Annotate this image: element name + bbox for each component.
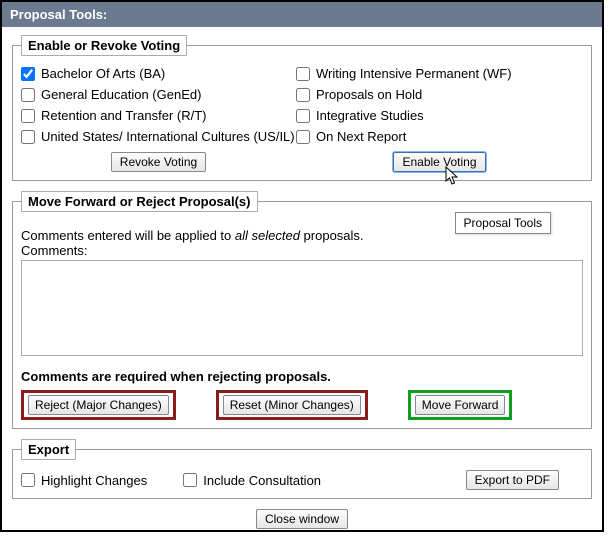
voting-label: Bachelor Of Arts (BA) [41, 66, 165, 81]
move-legend: Move Forward or Reject Proposal(s) [21, 191, 258, 212]
voting-checkbox-nextreport[interactable] [296, 130, 310, 144]
voting-option-wf[interactable]: Writing Intensive Permanent (WF) [296, 66, 583, 81]
voting-checkbox-rt[interactable] [21, 109, 35, 123]
voting-label: United States/ International Cultures (U… [41, 129, 295, 144]
window-content: Enable or Revoke Voting Bachelor Of Arts… [2, 27, 602, 535]
voting-label: On Next Report [316, 129, 406, 144]
move-fieldset: Move Forward or Reject Proposal(s) Propo… [12, 191, 592, 429]
voting-checkbox-onhold[interactable] [296, 88, 310, 102]
voting-button-row: Revoke Voting Enable Voting [21, 152, 583, 172]
revoke-voting-button[interactable]: Revoke Voting [111, 152, 206, 172]
voting-option-integrative[interactable]: Integrative Studies [296, 108, 583, 123]
comments-label: Comments: [21, 243, 583, 258]
voting-label: General Education (GenEd) [41, 87, 201, 102]
highlight-changes-checkbox[interactable] [21, 473, 35, 487]
instr-suffix: proposals. [300, 228, 364, 243]
voting-option-nextreport[interactable]: On Next Report [296, 129, 583, 144]
reject-major-button[interactable]: Reject (Major Changes) [28, 395, 169, 415]
highlight-changes-option[interactable]: Highlight Changes [21, 473, 147, 488]
move-forward-button[interactable]: Move Forward [415, 395, 506, 415]
reject-button-frame: Reject (Major Changes) [21, 390, 176, 420]
include-consultation-label: Include Consultation [203, 473, 321, 488]
window-title: Proposal Tools: [2, 2, 602, 27]
proposal-tools-window: Proposal Tools: Enable or Revoke Voting … [0, 0, 604, 532]
required-note: Comments are required when rejecting pro… [21, 369, 583, 384]
reset-button-frame: Reset (Minor Changes) [216, 390, 368, 420]
voting-option-ba[interactable]: Bachelor Of Arts (BA) [21, 66, 296, 81]
voting-label: Integrative Studies [316, 108, 424, 123]
reset-minor-button[interactable]: Reset (Minor Changes) [223, 395, 361, 415]
export-pdf-button[interactable]: Export to PDF [466, 470, 559, 490]
instr-italic: all selected [235, 228, 300, 243]
voting-options-grid: Bachelor Of Arts (BA) Writing Intensive … [21, 66, 583, 144]
voting-checkbox-wf[interactable] [296, 67, 310, 81]
highlight-changes-label: Highlight Changes [41, 473, 147, 488]
forward-button-frame: Move Forward [408, 390, 513, 420]
voting-checkbox-integrative[interactable] [296, 109, 310, 123]
include-consultation-option[interactable]: Include Consultation [183, 473, 321, 488]
voting-checkbox-ba[interactable] [21, 67, 35, 81]
voting-fieldset: Enable or Revoke Voting Bachelor Of Arts… [12, 35, 592, 181]
include-consultation-checkbox[interactable] [183, 473, 197, 487]
voting-checkbox-usil[interactable] [21, 130, 35, 144]
voting-label: Writing Intensive Permanent (WF) [316, 66, 512, 81]
action-buttons-row: Reject (Major Changes) Reset (Minor Chan… [21, 390, 583, 420]
export-legend: Export [21, 439, 76, 460]
voting-option-usil[interactable]: United States/ International Cultures (U… [21, 129, 296, 144]
voting-option-gened[interactable]: General Education (GenEd) [21, 87, 296, 102]
proposal-tools-tooltip: Proposal Tools [455, 212, 552, 234]
voting-legend: Enable or Revoke Voting [21, 35, 187, 56]
voting-option-rt[interactable]: Retention and Transfer (R/T) [21, 108, 296, 123]
voting-label: Proposals on Hold [316, 87, 422, 102]
enable-voting-button[interactable]: Enable Voting [393, 152, 485, 172]
voting-option-onhold[interactable]: Proposals on Hold [296, 87, 583, 102]
export-fieldset: Export Highlight Changes Include Consult… [12, 439, 592, 499]
close-window-button[interactable]: Close window [256, 509, 348, 529]
instr-prefix: Comments entered will be applied to [21, 228, 235, 243]
footer: Close window [12, 509, 592, 529]
comments-textarea[interactable] [21, 260, 583, 356]
voting-checkbox-gened[interactable] [21, 88, 35, 102]
export-row: Highlight Changes Include Consultation E… [21, 470, 583, 490]
voting-label: Retention and Transfer (R/T) [41, 108, 206, 123]
